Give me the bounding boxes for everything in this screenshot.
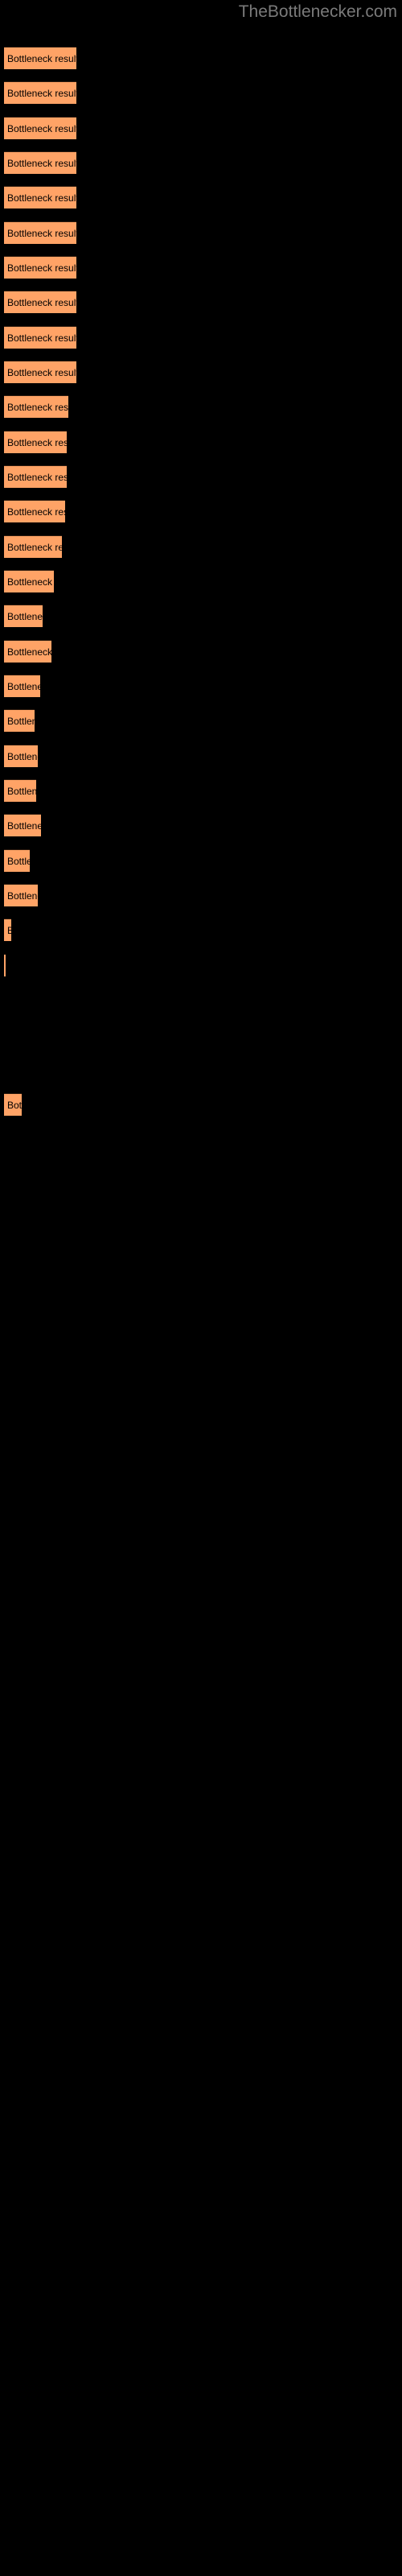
bar-bottleneck-result[interactable]: Bottleneck result: [4, 186, 76, 208]
bar-label: Bottleneck result: [7, 855, 30, 867]
bar-label: Bottleneck result: [7, 925, 11, 936]
bar-bottleneck-result[interactable]: Bottleneck result: [4, 605, 43, 627]
bar-label: Bottleneck result: [7, 541, 62, 553]
bar-label: Bottleneck result: [7, 646, 51, 658]
bar-bottleneck-result[interactable]: Bottleneck result: [4, 1093, 22, 1116]
bar-bottleneck-result[interactable]: Bottleneck result: [4, 361, 76, 383]
bar-label: Bottleneck result: [7, 715, 35, 727]
bar-chart-plot-area: Bottleneck result Bottleneck result Bottle…: [0, 0, 402, 2576]
bar-bottleneck-result[interactable]: Bottleneck result: [4, 291, 76, 313]
bar-bottleneck-result[interactable]: Bottleneck result: [4, 849, 30, 872]
bottleneck-chart-page: TheBottlenecker.com Bottleneck result Bot…: [0, 0, 402, 2576]
bar-label: Bottleneck result: [7, 192, 76, 204]
bar-label: Bottleneck result: [7, 122, 76, 134]
bar-label: Bottleneck result: [7, 680, 40, 692]
bar-bottleneck-result[interactable]: Bottleneck result: [4, 675, 40, 697]
bar-bottleneck-result[interactable]: Bottleneck result: [4, 431, 67, 453]
bar-label: Bottleneck result: [7, 401, 68, 413]
bar-bottleneck-result[interactable]: Bottleneck result: [4, 779, 36, 802]
bar-label: Bottleneck result: [7, 506, 65, 518]
bar-bottleneck-result[interactable]: Bottleneck result: [4, 117, 76, 139]
bar-bottleneck-result[interactable]: Bottleneck result: [4, 745, 38, 767]
bar-label: Bottleneck result: [7, 52, 76, 64]
bar-label: Bottleneck result: [7, 890, 38, 902]
bar-bottleneck-result[interactable]: Bottleneck result: [4, 465, 67, 488]
bar-label: Bottleneck result: [7, 262, 76, 274]
bar-bottleneck-result[interactable]: Bottleneck result: [4, 919, 11, 941]
bar-label: Bottleneck result: [7, 87, 76, 99]
bar-label: Bottleneck result: [7, 436, 67, 448]
bar-label: Bottleneck result: [7, 157, 76, 169]
bar-bottleneck-result[interactable]: Bottleneck result: [4, 954, 6, 976]
bar-label: Bottleneck result: [7, 750, 38, 762]
bar-label: Bottleneck result: [7, 366, 76, 378]
bar-bottleneck-result[interactable]: Bottleneck result: [4, 395, 68, 418]
bar-label: Bottleneck result: [7, 332, 76, 344]
bar-bottleneck-result[interactable]: Bottleneck result: [4, 884, 38, 906]
bar-bottleneck-result[interactable]: Bottleneck result: [4, 640, 51, 663]
bar-label: Bottleneck result: [7, 819, 41, 832]
bar-label: Bottleneck result: [7, 296, 76, 308]
bar-bottleneck-result[interactable]: Bottleneck result: [4, 570, 54, 592]
bar-bottleneck-result[interactable]: Bottleneck result: [4, 535, 62, 558]
bar-bottleneck-result[interactable]: Bottleneck result: [4, 814, 41, 836]
bar-bottleneck-result[interactable]: Bottleneck result: [4, 47, 76, 69]
bar-label: Bottleneck result: [7, 471, 67, 483]
bar-bottleneck-result[interactable]: Bottleneck result: [4, 221, 76, 244]
bar-bottleneck-result[interactable]: Bottleneck result: [4, 81, 76, 104]
bar-label: Bottleneck result: [7, 576, 54, 588]
bar-label: Bottleneck result: [7, 227, 76, 239]
bar-bottleneck-result[interactable]: Bottleneck result: [4, 709, 35, 732]
bar-bottleneck-result[interactable]: Bottleneck result: [4, 326, 76, 349]
bar-label: Bottleneck result: [7, 610, 43, 622]
bar-bottleneck-result[interactable]: Bottleneck result: [4, 151, 76, 174]
bar-label: Bottleneck result: [7, 785, 36, 797]
bar-label: Bottleneck result: [7, 1099, 22, 1111]
bar-bottleneck-result[interactable]: Bottleneck result: [4, 256, 76, 279]
bar-bottleneck-result[interactable]: Bottleneck result: [4, 500, 65, 522]
